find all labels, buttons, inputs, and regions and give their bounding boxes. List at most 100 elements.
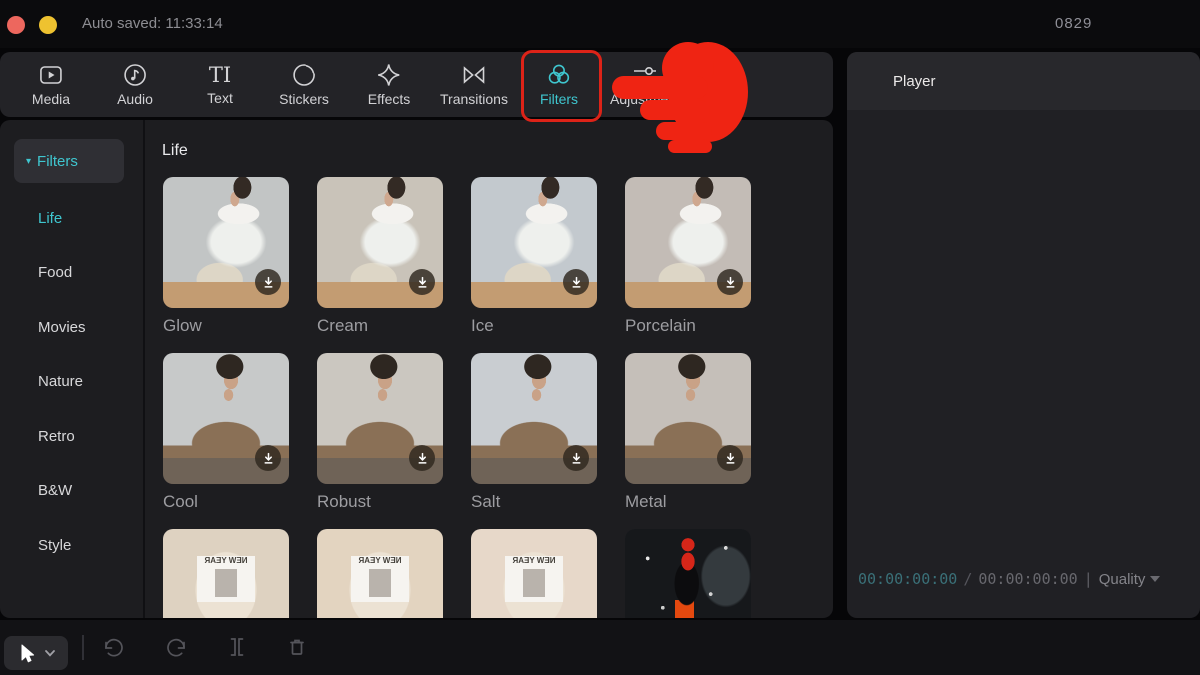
filter-label: Robust [317, 492, 447, 512]
filter-tile-cool[interactable] [163, 353, 289, 484]
tab-label: Effects [368, 91, 411, 107]
transitions-icon [461, 62, 487, 88]
tab-stickers[interactable]: Stickers [279, 52, 329, 117]
filter-label: Cool [163, 492, 293, 512]
minimize-window-button[interactable] [39, 16, 57, 34]
filter-thumbnail: ЯAƎY WƎИ [471, 529, 597, 618]
filter-tile-salt[interactable] [471, 353, 597, 484]
undo-icon [101, 635, 125, 659]
download-icon[interactable] [409, 269, 435, 295]
redo-button[interactable] [165, 635, 189, 659]
filter-tile-cream[interactable] [317, 177, 443, 308]
filter-thumbnail [317, 177, 443, 282]
sidebar-item-bw[interactable]: B&W [38, 480, 72, 502]
tab-effects[interactable]: Effects [368, 52, 411, 117]
filter-tile[interactable] [625, 529, 751, 618]
filter-label: Glow [163, 316, 293, 336]
effects-icon [376, 62, 402, 88]
filter-label: Ice [471, 316, 601, 336]
filter-label: Cream [317, 316, 447, 336]
text-icon: TI [209, 63, 231, 87]
tab-transitions[interactable]: Transitions [440, 52, 508, 117]
autosave-status: Auto saved: 11:33:14 [82, 0, 223, 48]
total-time: 00:00:00:00 [978, 570, 1077, 588]
filter-thumbnail [317, 353, 443, 458]
section-title: Life [162, 142, 188, 160]
sidebar-item-life[interactable]: Life [38, 208, 62, 230]
filter-thumbnail [471, 353, 597, 458]
undo-button[interactable] [101, 635, 125, 659]
toolbar-divider [82, 635, 84, 660]
sidebar-item-nature[interactable]: Nature [38, 371, 83, 393]
tab-text[interactable]: TI Text [207, 52, 233, 117]
sidebar-group-filters[interactable]: ▾ Filters [14, 139, 124, 183]
filter-thumbnail [163, 353, 289, 458]
filters-panel: ▾ Filters Life Food Movies Nature Retro … [0, 120, 833, 618]
filter-thumbnail: ЯAƎY WƎИ [317, 529, 443, 618]
chevron-down-icon [1150, 576, 1160, 582]
filter-thumbnail [625, 353, 751, 458]
filters-highlight-box [521, 50, 602, 122]
current-time: 00:00:00:00 [858, 570, 957, 588]
tab-label: Stickers [279, 91, 329, 107]
filter-grid: Life [143, 120, 833, 618]
filter-thumbnail [625, 529, 751, 618]
tab-label: Transitions [440, 91, 508, 107]
select-tool-button[interactable] [4, 636, 68, 670]
filter-tile-robust[interactable] [317, 353, 443, 484]
stickers-icon [291, 62, 317, 88]
sidebar-item-movies[interactable]: Movies [38, 317, 86, 339]
chevron-down-icon [45, 650, 55, 657]
tab-audio[interactable]: Audio [117, 52, 153, 117]
download-icon[interactable] [717, 445, 743, 471]
pointing-hand-arrow [610, 40, 750, 155]
filter-tile-porcelain[interactable] [625, 177, 751, 308]
tab-label: Audio [117, 91, 153, 107]
media-icon [38, 62, 64, 88]
filter-tile[interactable]: ЯAƎY WƎИ [471, 529, 597, 618]
filter-tile[interactable]: ЯAƎY WƎИ [163, 529, 289, 618]
filter-tile-glow[interactable] [163, 177, 289, 308]
player-panel: Player 00:00:00:00 / 00:00:00:00 | Quali… [847, 52, 1200, 618]
filter-thumbnail [471, 177, 597, 282]
tab-media[interactable]: Media [32, 52, 70, 117]
mirrored-sign-text: ЯAƎY WƎИ [317, 556, 443, 565]
player-title: Player [893, 73, 936, 90]
window-titlebar: Auto saved: 11:33:14 0829 [0, 0, 1200, 48]
split-icon [225, 635, 249, 659]
filter-thumbnail: ЯAƎY WƎИ [163, 529, 289, 618]
filters-sidebar: ▾ Filters Life Food Movies Nature Retro … [0, 120, 145, 618]
timecode-bar: 00:00:00:00 / 00:00:00:00 | Quality [858, 570, 1160, 588]
chevron-down-icon: ▾ [26, 156, 31, 167]
download-icon[interactable] [255, 445, 281, 471]
sidebar-item-style[interactable]: Style [38, 535, 71, 557]
download-icon[interactable] [409, 445, 435, 471]
tab-label: Text [207, 90, 233, 106]
mirrored-sign-text: ЯAƎY WƎИ [163, 556, 289, 565]
close-window-button[interactable] [7, 16, 25, 34]
quality-dropdown[interactable]: Quality [1099, 571, 1161, 588]
mirrored-sign-text: ЯAƎY WƎИ [471, 556, 597, 565]
download-icon[interactable] [255, 269, 281, 295]
filter-tile-ice[interactable] [471, 177, 597, 308]
redo-icon [165, 635, 189, 659]
timeline-toolbar [0, 620, 1200, 675]
delete-button[interactable] [285, 635, 309, 659]
split-button[interactable] [225, 635, 249, 659]
time-separator: / [963, 570, 972, 588]
filter-label: Porcelain [625, 316, 755, 336]
delete-icon [285, 635, 309, 659]
download-icon[interactable] [563, 445, 589, 471]
filter-tile[interactable]: ЯAƎY WƎИ [317, 529, 443, 618]
divider: | [1084, 570, 1093, 588]
download-icon[interactable] [563, 269, 589, 295]
filter-tile-metal[interactable] [625, 353, 751, 484]
download-icon[interactable] [717, 269, 743, 295]
filter-label: Salt [471, 492, 601, 512]
quality-label: Quality [1099, 571, 1146, 588]
sidebar-item-retro[interactable]: Retro [38, 426, 75, 448]
audio-icon [122, 62, 148, 88]
corner-badge: 0829 [1055, 0, 1092, 48]
sidebar-item-food[interactable]: Food [38, 262, 72, 284]
tab-label: Media [32, 91, 70, 107]
